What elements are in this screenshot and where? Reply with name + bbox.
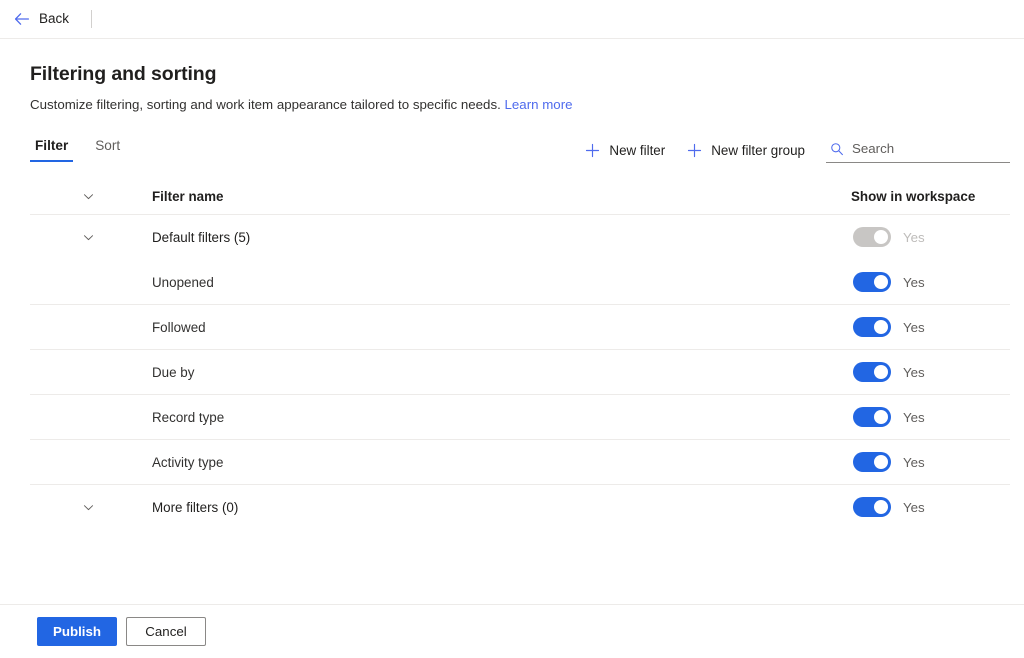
chevron-down-icon[interactable] (82, 190, 95, 203)
table-row[interactable]: More filters (0) Yes (30, 485, 1010, 530)
new-filter-label: New filter (609, 142, 666, 158)
show-in-workspace-toggle[interactable] (853, 497, 891, 518)
filter-name-label: Record type (152, 409, 225, 425)
chevron-down-icon[interactable] (82, 231, 95, 244)
show-in-workspace-toggle[interactable] (853, 317, 891, 338)
tab-filter[interactable]: Filter (30, 136, 74, 163)
toggle-knob (874, 500, 888, 515)
filters-table: Filter name Show in workspace Default fi… (0, 179, 1024, 530)
new-filter-button[interactable]: New filter (574, 139, 676, 162)
show-in-workspace-cell: Yes (830, 407, 1010, 428)
table-header-row: Filter name Show in workspace (30, 179, 1010, 216)
show-in-workspace-toggle[interactable] (853, 362, 891, 383)
page-subtitle-text: Customize filtering, sorting and work it… (30, 97, 501, 112)
back-label: Back (39, 11, 70, 27)
filter-name-label: Activity type (152, 454, 224, 470)
row-expand-cell (30, 501, 152, 514)
toggle-state-label: Yes (903, 499, 925, 515)
plus-icon (687, 143, 702, 158)
toggle-knob (874, 230, 888, 245)
toggle-state-label: Yes (903, 454, 925, 470)
learn-more-link[interactable]: Learn more (505, 97, 573, 112)
table-row[interactable]: Activity type Yes (30, 440, 1010, 486)
toolbar-divider (91, 10, 93, 28)
back-button[interactable]: Back (10, 7, 77, 31)
show-in-workspace-toggle (853, 227, 891, 248)
cancel-button[interactable]: Cancel (126, 617, 206, 646)
filter-name-label: Due by (152, 364, 195, 380)
filter-name-label: More filters (0) (152, 499, 239, 515)
command-bar: Filter Sort New filter New filter group (0, 136, 1024, 164)
search-input[interactable] (852, 141, 1008, 157)
column-header-show-in-workspace: Show in workspace (851, 189, 976, 205)
arrow-left-icon (14, 11, 30, 27)
toggle-knob (874, 455, 888, 470)
table-row[interactable]: Unopened Yes (30, 260, 1010, 306)
footer-action-bar: Publish Cancel (0, 604, 1024, 658)
toggle-state-label: Yes (903, 229, 925, 245)
search-icon (830, 142, 844, 156)
toggle-state-label: Yes (903, 274, 925, 290)
show-in-workspace-cell: Yes (830, 317, 1010, 338)
show-in-workspace-cell: Yes (830, 272, 1010, 293)
row-expand-cell (30, 231, 152, 244)
toggle-state-label: Yes (903, 319, 925, 335)
table-row[interactable]: Default filters (5) Yes (30, 215, 1010, 260)
show-in-workspace-cell: Yes (830, 227, 1010, 248)
toggle-state-label: Yes (903, 364, 925, 380)
command-actions: New filter New filter group (574, 137, 1010, 164)
show-in-workspace-cell: Yes (830, 497, 1010, 518)
show-in-workspace-toggle[interactable] (853, 407, 891, 428)
publish-button[interactable]: Publish (37, 617, 117, 646)
page-title: Filtering and sorting (30, 63, 217, 85)
tab-list: Filter Sort (30, 136, 125, 163)
show-in-workspace-cell: Yes (830, 362, 1010, 383)
tab-sort[interactable]: Sort (90, 136, 125, 162)
column-header-filter-name: Filter name (152, 189, 224, 205)
page-header: Filtering and sorting Customize filterin… (0, 39, 1024, 113)
table-row[interactable]: Record type Yes (30, 395, 1010, 441)
show-in-workspace-toggle[interactable] (853, 272, 891, 293)
filter-name-label: Unopened (152, 274, 214, 290)
header-expand-cell (30, 190, 152, 203)
table-row[interactable]: Followed Yes (30, 305, 1010, 351)
top-bar: Back (0, 0, 1024, 39)
show-in-workspace-toggle[interactable] (853, 452, 891, 473)
toggle-knob (874, 320, 888, 335)
search-box[interactable] (826, 137, 1010, 164)
toggle-state-label: Yes (903, 409, 925, 425)
toggle-knob (874, 275, 888, 290)
chevron-down-icon[interactable] (82, 501, 95, 514)
new-filter-group-button[interactable]: New filter group (676, 139, 816, 162)
toggle-knob (874, 410, 888, 425)
table-body: Default filters (5) Yes Unopened Yes Followe… (30, 215, 1010, 530)
page-subtitle: Customize filtering, sorting and work it… (30, 96, 994, 113)
filter-name-label: Followed (152, 319, 206, 335)
plus-icon (585, 143, 600, 158)
toggle-knob (874, 365, 888, 380)
table-row[interactable]: Due by Yes (30, 350, 1010, 396)
new-filter-group-label: New filter group (711, 142, 805, 158)
show-in-workspace-cell: Yes (830, 452, 1010, 473)
filter-name-label: Default filters (5) (152, 229, 251, 245)
